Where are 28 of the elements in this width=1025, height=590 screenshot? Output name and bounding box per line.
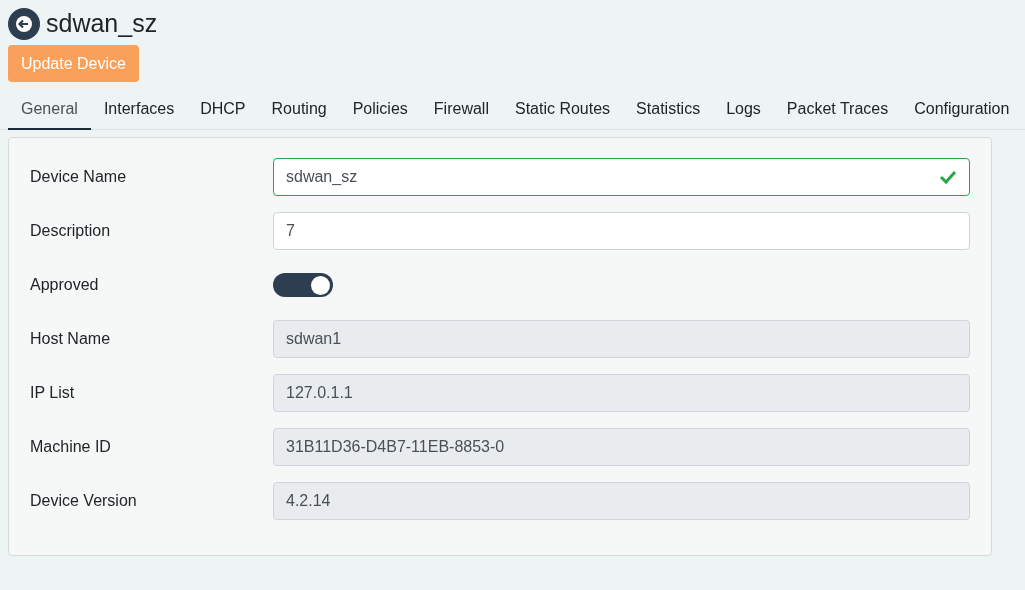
tab[interactable]: Configuration: [901, 92, 1023, 130]
tab[interactable]: Policies: [339, 92, 421, 130]
field-label: Device Version: [30, 491, 138, 511]
text-field[interactable]: sdwan_sz: [273, 158, 970, 196]
toggle-switch[interactable]: [273, 273, 333, 297]
field-label: IP List: [30, 383, 76, 403]
field-label: Device Name: [30, 167, 128, 187]
tab[interactable]: Firewall: [420, 92, 502, 130]
checkmark-icon: [939, 170, 957, 184]
field-label: Approved: [30, 275, 100, 295]
tab[interactable]: Logs: [713, 92, 774, 130]
back-icon[interactable]: [8, 8, 40, 40]
tab[interactable]: General: [8, 92, 91, 130]
readonly-field: 31B11D36-D4B7-11EB-8853-0: [273, 428, 970, 466]
page-title: sdwan_sz: [46, 8, 158, 40]
field-label: Machine ID: [30, 437, 112, 457]
tab[interactable]: Statistics: [623, 92, 714, 130]
tab[interactable]: Routing: [258, 92, 340, 130]
text-field[interactable]: 7: [273, 212, 970, 250]
tab[interactable]: Interfaces: [90, 92, 188, 130]
tab[interactable]: Static Routes: [501, 92, 624, 130]
field-label: Host Name: [30, 329, 112, 349]
readonly-field: 127.0.1.1: [273, 374, 970, 412]
tab[interactable]: DHCP: [187, 92, 259, 130]
readonly-field: sdwan1: [273, 320, 970, 358]
field-label: Description: [30, 221, 112, 241]
tab[interactable]: Packet Traces: [773, 92, 902, 130]
readonly-field: 4.2.14: [273, 482, 970, 520]
